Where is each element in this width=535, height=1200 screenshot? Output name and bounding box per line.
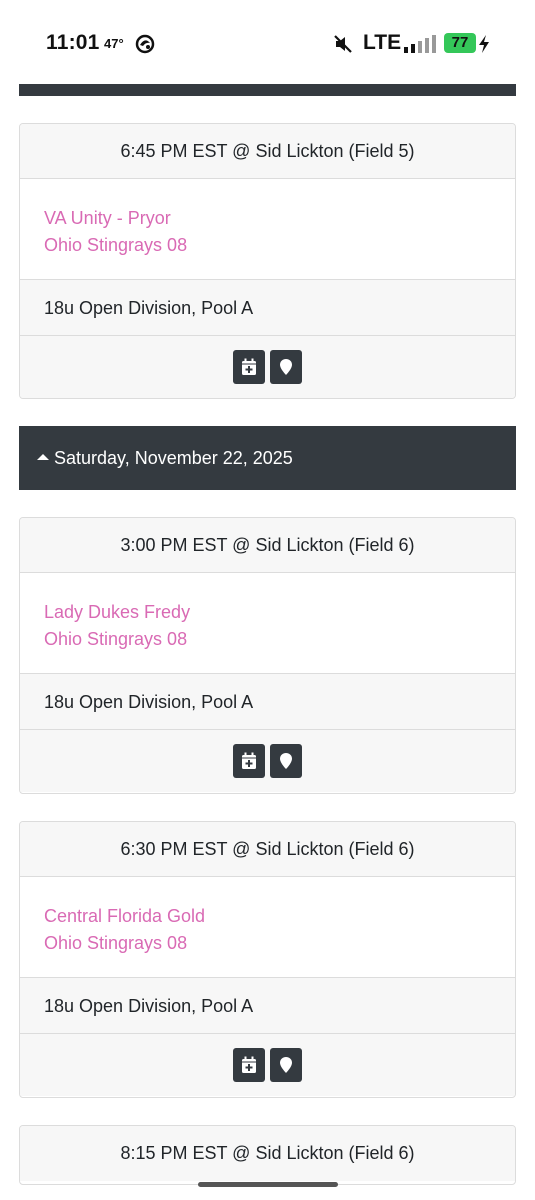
map-location-button[interactable] xyxy=(270,350,302,384)
game-time-location: 6:45 PM EST @ Sid Lickton (Field 5) xyxy=(20,124,515,179)
game-card: 6:45 PM EST @ Sid Lickton (Field 5) VA U… xyxy=(19,123,516,399)
add-to-calendar-button[interactable] xyxy=(233,1048,265,1082)
add-to-calendar-button[interactable] xyxy=(233,744,265,778)
team-link[interactable]: Ohio Stingrays 08 xyxy=(44,930,515,957)
calendar-plus-icon xyxy=(242,1056,256,1073)
calendar-plus-icon xyxy=(242,358,256,375)
team-link[interactable]: VA Unity - Pryor xyxy=(44,205,515,232)
game-division: 18u Open Division, Pool A xyxy=(20,280,515,336)
home-indicator[interactable] xyxy=(198,1182,338,1187)
team-link[interactable]: Ohio Stingrays 08 xyxy=(44,232,515,259)
status-time: 11:01 xyxy=(46,31,100,54)
map-marker-icon xyxy=(280,753,292,769)
day-header-previous[interactable] xyxy=(19,84,516,96)
network-type: LTE xyxy=(363,31,402,54)
caret-up-icon xyxy=(37,454,49,460)
game-time-location: 3:00 PM EST @ Sid Lickton (Field 6) xyxy=(20,518,515,573)
calendar-plus-icon xyxy=(242,752,256,769)
game-time-location: 8:15 PM EST @ Sid Lickton (Field 6) xyxy=(20,1126,515,1181)
game-actions xyxy=(20,1034,515,1096)
game-teams: Central Florida Gold Ohio Stingrays 08 xyxy=(20,877,515,978)
game-division: 18u Open Division, Pool A xyxy=(20,978,515,1034)
game-time-location: 6:30 PM EST @ Sid Lickton (Field 6) xyxy=(20,822,515,877)
game-card: 3:00 PM EST @ Sid Lickton (Field 6) Lady… xyxy=(19,517,516,794)
mute-icon xyxy=(334,35,352,53)
game-teams: Lady Dukes Fredy Ohio Stingrays 08 xyxy=(20,573,515,674)
game-division: 18u Open Division, Pool A xyxy=(20,674,515,730)
map-location-button[interactable] xyxy=(270,744,302,778)
status-bar: 11:01 47° LTE 77 xyxy=(0,0,535,84)
battery-indicator: 77 xyxy=(444,33,476,53)
team-link[interactable]: Lady Dukes Fredy xyxy=(44,599,515,626)
game-actions xyxy=(20,730,515,792)
team-link[interactable]: Central Florida Gold xyxy=(44,903,515,930)
game-card: 6:30 PM EST @ Sid Lickton (Field 6) Cent… xyxy=(19,821,516,1098)
status-temperature: 47° xyxy=(104,36,124,51)
game-teams: VA Unity - Pryor Ohio Stingrays 08 xyxy=(20,179,515,280)
charging-bolt-icon xyxy=(479,35,489,53)
game-card: 8:15 PM EST @ Sid Lickton (Field 6) xyxy=(19,1125,516,1185)
team-link[interactable]: Ohio Stingrays 08 xyxy=(44,626,515,653)
day-header[interactable]: Saturday, November 22, 2025 xyxy=(19,426,516,490)
add-to-calendar-button[interactable] xyxy=(233,350,265,384)
game-actions xyxy=(20,336,515,398)
map-marker-icon xyxy=(280,359,292,375)
map-location-button[interactable] xyxy=(270,1048,302,1082)
weather-app-icon xyxy=(135,34,155,54)
map-marker-icon xyxy=(280,1057,292,1073)
day-header-label: Saturday, November 22, 2025 xyxy=(54,447,293,468)
signal-strength-icon xyxy=(404,35,436,53)
